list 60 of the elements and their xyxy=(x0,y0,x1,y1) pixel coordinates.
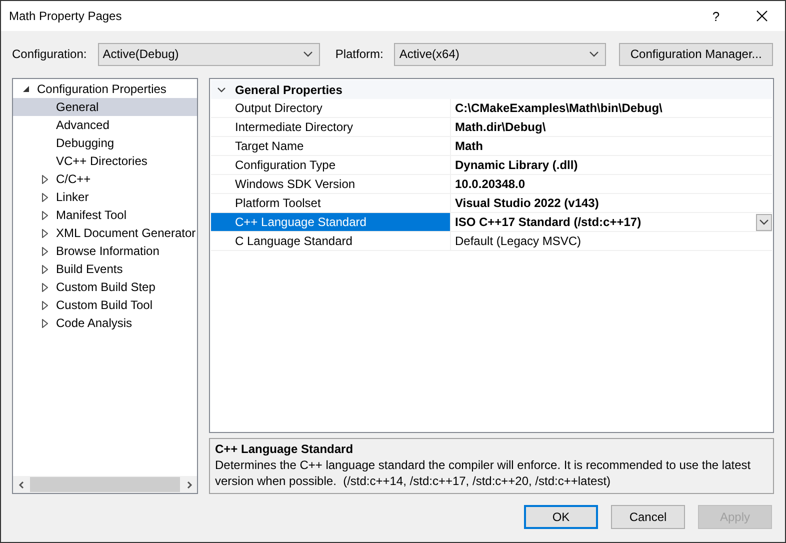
property-name[interactable]: Platform Toolset xyxy=(211,194,451,212)
property-value: 10.0.20348.0 xyxy=(455,177,526,191)
description-text: Determines the C++ language standard the compiler will enforce. It is recommended to use the latest version when possible. (/std:c++14, /std:c++17, /std:c++20, /std:c++latest) xyxy=(215,457,752,490)
configuration-manager-button[interactable]: Configuration Manager... xyxy=(619,42,773,66)
collapsed-triangle-icon[interactable] xyxy=(42,264,48,274)
property-name[interactable]: Target Name xyxy=(211,137,451,155)
property-value: ISO C++17 Standard (/std:c++17) xyxy=(455,215,642,229)
property-value: Visual Studio 2022 (v143) xyxy=(455,196,599,210)
window-title: Math Property Pages xyxy=(9,9,123,23)
scroll-left-icon[interactable] xyxy=(18,480,24,488)
platform-dropdown[interactable]: Active(x64) xyxy=(394,42,606,66)
horizontal-scrollbar[interactable] xyxy=(13,476,197,493)
property-value: Math.dir\Debug\ xyxy=(455,120,546,134)
collapsed-triangle-icon[interactable] xyxy=(42,318,48,328)
dialog-button[interactable]: Cancel xyxy=(611,505,685,529)
configuration-label: Configuration: xyxy=(12,47,87,61)
property-name[interactable]: Intermediate Directory xyxy=(211,118,451,136)
chevron-down-icon xyxy=(759,219,769,225)
tree-item[interactable]: Build Events xyxy=(13,260,197,278)
description-title: C++ Language Standard xyxy=(215,441,354,458)
section-header[interactable]: General Properties xyxy=(211,80,772,99)
tree-item[interactable]: XML Document Generator xyxy=(13,224,197,242)
tree-item[interactable]: Linker xyxy=(13,188,197,206)
tree-item[interactable]: Custom Build Step xyxy=(13,278,197,296)
collapsed-triangle-icon[interactable] xyxy=(42,300,48,310)
tree-item[interactable]: VC++ Directories xyxy=(13,152,197,170)
dropdown-button[interactable] xyxy=(756,214,772,230)
property-value: Default (Legacy MSVC) xyxy=(455,234,582,248)
tree-item[interactable]: General xyxy=(13,98,197,116)
chevron-down-icon xyxy=(589,51,600,57)
property-name[interactable]: Windows SDK Version xyxy=(211,175,451,193)
configuration-dropdown[interactable]: Active(Debug) xyxy=(98,42,320,66)
tree-item[interactable]: Code Analysis xyxy=(13,314,197,332)
tree-item[interactable]: Advanced xyxy=(13,116,197,134)
collapsed-triangle-icon[interactable] xyxy=(42,282,48,292)
collapsed-triangle-icon[interactable] xyxy=(42,228,48,238)
property-name[interactable]: Configuration Type xyxy=(211,156,451,174)
property-value: C:\CMakeExamples\Math\bin\Debug\ xyxy=(455,101,662,115)
tree-item[interactable]: Debugging xyxy=(13,134,197,152)
scroll-right-icon[interactable] xyxy=(186,480,192,488)
property-value: Math xyxy=(455,139,483,153)
chevron-down-icon xyxy=(303,51,314,57)
collapsed-triangle-icon[interactable] xyxy=(42,174,48,184)
platform-label: Platform: xyxy=(335,47,384,61)
property-name[interactable]: Output Directory xyxy=(211,99,451,117)
property-name[interactable]: C Language Standard xyxy=(211,232,451,250)
collapsed-triangle-icon[interactable] xyxy=(42,192,48,202)
expanded-triangle-icon[interactable] xyxy=(22,86,30,92)
collapsed-triangle-icon[interactable] xyxy=(42,210,48,220)
tree-item[interactable]: Browse Information xyxy=(13,242,197,260)
chevron-down-icon[interactable] xyxy=(217,86,226,92)
help-button[interactable]: ? xyxy=(693,8,739,24)
dialog-button[interactable]: OK xyxy=(524,505,598,529)
collapsed-triangle-icon[interactable] xyxy=(42,246,48,256)
property-value: Dynamic Library (.dll) xyxy=(455,158,578,172)
property-name[interactable]: C++ Language Standard xyxy=(211,213,451,231)
tree-item[interactable]: Manifest Tool xyxy=(13,206,197,224)
tree-item[interactable]: Configuration Properties xyxy=(13,80,197,98)
tree-item[interactable]: Custom Build Tool xyxy=(13,296,197,314)
tree-item[interactable]: C/C++ xyxy=(13,170,197,188)
